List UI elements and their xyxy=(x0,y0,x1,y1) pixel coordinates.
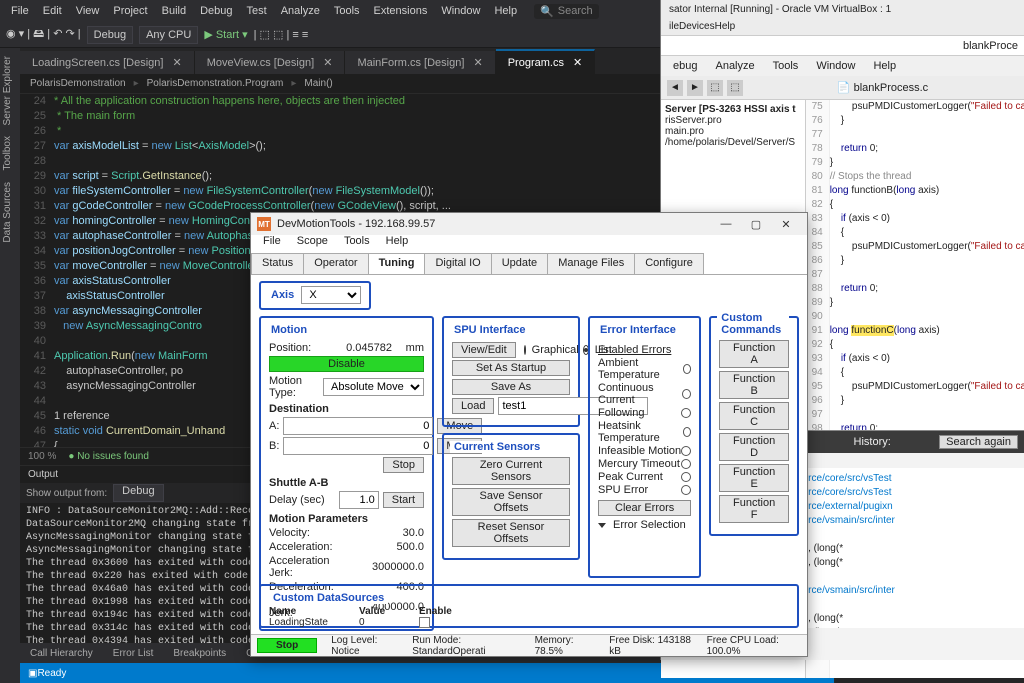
save-sensor-offsets-button[interactable]: Save Sensor Offsets xyxy=(452,488,570,516)
menu-project[interactable]: Project xyxy=(106,5,154,17)
custom-command-button[interactable]: Function A xyxy=(719,340,789,368)
delay-input[interactable] xyxy=(339,491,379,509)
custom-command-button[interactable]: Function E xyxy=(719,464,789,492)
qt-menubar: ebugAnalyzeToolsWindowHelp xyxy=(661,56,1024,76)
vs-config-select[interactable]: Debug xyxy=(87,26,133,44)
graphical-radio[interactable] xyxy=(524,345,526,355)
dmt-titlebar[interactable]: MT DevMotionTools - 192.168.99.57 — ▢ ✕ xyxy=(251,213,807,235)
custom-command-button[interactable]: Function D xyxy=(719,433,789,461)
dmt-tab-digital io[interactable]: Digital IO xyxy=(424,253,491,274)
ds-name: LoadingState xyxy=(269,617,339,631)
bottom-tab-breakpoints[interactable]: Breakpoints xyxy=(163,648,236,659)
menu-view[interactable]: View xyxy=(69,5,107,17)
qt-editor-tab[interactable]: 📄 blankProcess.c xyxy=(747,81,1018,94)
menu-window[interactable]: Window xyxy=(434,5,487,17)
shuttle-start-button[interactable]: Start xyxy=(383,492,424,508)
vs-platform-select[interactable]: Any CPU xyxy=(139,26,198,44)
error-row: Mercury Timeout xyxy=(598,458,691,470)
vs-search[interactable]: 🔍 Search xyxy=(534,4,599,19)
error-row: Continuous Current xyxy=(598,382,691,406)
viewedit-button[interactable]: View/Edit xyxy=(452,342,516,358)
menu-debug[interactable]: Debug xyxy=(193,5,239,17)
editor-tab[interactable]: LoadingScreen.cs [Design] ✕ xyxy=(20,51,195,74)
disable-button[interactable]: Disable xyxy=(269,356,424,372)
menu-tools[interactable]: Tools xyxy=(327,5,367,17)
output-source-select[interactable]: Debug xyxy=(113,484,163,502)
editor-tab[interactable]: Program.cs ✕ xyxy=(496,49,596,74)
saveas-button[interactable]: Save As xyxy=(452,379,570,395)
menu-test[interactable]: Test xyxy=(240,5,274,17)
axis-select[interactable]: X xyxy=(301,286,361,304)
custom-command-button[interactable]: Function F xyxy=(719,495,789,523)
set-startup-button[interactable]: Set As Startup xyxy=(452,360,570,376)
vs-left-toolwindows: Server Explorer Toolbox Data Sources xyxy=(0,48,20,683)
start-button[interactable]: ▶ Start ▾ xyxy=(204,28,247,41)
toolwindow-server explorer[interactable]: Server Explorer xyxy=(0,52,15,129)
motion-type-select[interactable]: Absolute Move xyxy=(323,378,424,396)
dmt-tab-operator[interactable]: Operator xyxy=(303,253,368,274)
dmt-tab-tuning[interactable]: Tuning xyxy=(368,253,426,274)
menu-extensions[interactable]: Extensions xyxy=(367,5,435,17)
dmt-tab-update[interactable]: Update xyxy=(491,253,548,274)
error-row: Infeasible Motion xyxy=(598,445,691,457)
dmt-menubar: FileScopeToolsHelp xyxy=(251,235,807,253)
qt-toolbar: ◄ ► ⬚⬚ 📄 blankProcess.c xyxy=(661,76,1024,100)
menu-analyze[interactable]: Analyze xyxy=(274,5,327,17)
fwd-icon[interactable]: ► xyxy=(687,80,703,96)
dmt-menu-scope[interactable]: Scope xyxy=(289,235,336,253)
motion-stop-button[interactable]: Stop xyxy=(383,457,424,473)
error-row: Following xyxy=(598,407,691,419)
minimize-icon[interactable]: — xyxy=(711,218,741,230)
editor-tab[interactable]: MainForm.cs [Design] ✕ xyxy=(345,51,495,74)
bottom-tab-call hierarchy[interactable]: Call Hierarchy xyxy=(20,648,103,659)
dmt-tab-status[interactable]: Status xyxy=(251,253,304,274)
position-readout: 0.045782 xyxy=(322,342,392,354)
error-row: Peak Current xyxy=(598,471,691,483)
ds-enable-checkbox[interactable] xyxy=(419,617,430,628)
search-again-button[interactable]: Search again xyxy=(939,435,1018,449)
back-icon[interactable]: ◄ xyxy=(667,80,683,96)
dmt-statusbar: Stop Log Level: Notice Run Mode: Standar… xyxy=(251,634,807,656)
ds-value: 0 xyxy=(359,617,399,631)
qt-titlebar: blankProce xyxy=(661,36,1024,56)
qt-menu-help[interactable]: Help xyxy=(865,60,904,72)
dest-a-input[interactable] xyxy=(283,417,433,435)
toolwindow-data sources[interactable]: Data Sources xyxy=(0,178,15,247)
close-icon[interactable]: ✕ xyxy=(771,218,801,231)
bottom-tab-error list[interactable]: Error List xyxy=(103,648,164,659)
global-stop-button[interactable]: Stop xyxy=(257,638,317,653)
qt-menu-analyze[interactable]: Analyze xyxy=(707,60,762,72)
custom-command-button[interactable]: Function B xyxy=(719,371,789,399)
editor-tab[interactable]: MoveView.cs [Design] ✕ xyxy=(195,51,346,74)
clear-errors-button[interactable]: Clear Errors xyxy=(598,500,691,516)
vm-menubar: ileDevicesHelp xyxy=(661,18,1024,36)
load-button[interactable]: Load xyxy=(452,398,494,414)
menu-file[interactable]: File xyxy=(4,5,36,17)
dmt-menu-tools[interactable]: Tools xyxy=(336,235,378,253)
dmt-menu-file[interactable]: File xyxy=(255,235,289,253)
zero-sensors-button[interactable]: Zero Current Sensors xyxy=(452,457,570,485)
error-row: Ambient Temperature xyxy=(598,357,691,381)
dmt-tab-configure[interactable]: Configure xyxy=(634,253,704,274)
menu-edit[interactable]: Edit xyxy=(36,5,69,17)
qt-menu-tools[interactable]: Tools xyxy=(765,60,807,72)
app-icon: MT xyxy=(257,217,271,231)
qt-menu-window[interactable]: Window xyxy=(808,60,863,72)
dest-b-input[interactable] xyxy=(283,437,433,455)
dmt-tabs: StatusOperatorTuningDigital IOUpdateMana… xyxy=(251,253,807,275)
devmotiontools-window: MT DevMotionTools - 192.168.99.57 — ▢ ✕ … xyxy=(250,212,808,657)
dmt-menu-help[interactable]: Help xyxy=(378,235,417,253)
reset-sensor-offsets-button[interactable]: Reset Sensor Offsets xyxy=(452,519,570,547)
maximize-icon[interactable]: ▢ xyxy=(741,218,771,231)
custom-command-button[interactable]: Function C xyxy=(719,402,789,430)
error-row: SPU Error xyxy=(598,484,691,496)
qt-menu-ebug[interactable]: ebug xyxy=(665,60,705,72)
menu-build[interactable]: Build xyxy=(155,5,193,17)
error-row: Heatsink Temperature xyxy=(598,420,691,444)
vm-titlebar: sator Internal [Running] - Oracle VM Vir… xyxy=(661,0,1024,18)
dmt-tab-manage files[interactable]: Manage Files xyxy=(547,253,635,274)
menu-help[interactable]: Help xyxy=(487,5,524,17)
toolwindow-toolbox[interactable]: Toolbox xyxy=(0,132,15,174)
